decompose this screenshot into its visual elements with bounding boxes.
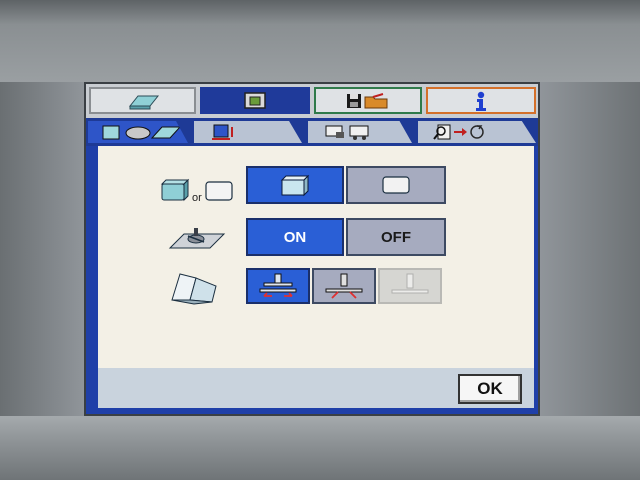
clamp-disabled-icon: [391, 273, 429, 294]
save-open-folder-icon: [347, 92, 388, 108]
position-adjust-icon: [212, 124, 233, 140]
subtab-booklet[interactable]: [88, 121, 188, 143]
subtab-search-refresh[interactable]: [418, 121, 536, 143]
footer-bar: OK: [98, 368, 534, 408]
or-label: or: [192, 192, 202, 204]
block-3d-icon: [280, 174, 310, 197]
clamp-close-icon: [325, 273, 363, 299]
device-bezel-right: [540, 82, 640, 416]
transport-icon: [325, 125, 369, 140]
sub-tab-bar: [86, 118, 538, 146]
subtab-position[interactable]: [194, 121, 302, 143]
device-bezel-bottom: [0, 416, 640, 480]
device-bezel-left: [0, 82, 84, 416]
tab-save-load[interactable]: [314, 87, 422, 114]
subtab-transport[interactable]: [308, 121, 412, 143]
info-icon: [476, 91, 486, 111]
tab-paper[interactable]: [89, 87, 196, 114]
book-open-icon: [166, 270, 222, 311]
top-tab-bar: [86, 84, 538, 118]
tab-info[interactable]: [426, 87, 536, 114]
on-button[interactable]: ON: [246, 218, 344, 256]
screen-icon: [244, 91, 266, 109]
paper-stack-icon: [128, 95, 159, 109]
option-clamp-close[interactable]: [312, 268, 376, 304]
touch-screen: or ON OFF OK: [84, 82, 540, 416]
tab-display[interactable]: [200, 87, 310, 114]
ok-button[interactable]: OK: [458, 374, 522, 404]
off-button[interactable]: OFF: [346, 218, 446, 256]
device-bezel-top: [0, 0, 640, 82]
clamp-open-icon: [259, 273, 297, 297]
option-block-3d[interactable]: [246, 166, 344, 204]
option-clamp-open[interactable]: [246, 268, 310, 304]
booklet-layout-icon: [102, 125, 182, 140]
search-refresh-icon: [433, 124, 484, 140]
settings-panel: or ON OFF: [98, 146, 534, 368]
block-flat-icon: [382, 176, 410, 194]
option-clamp-disabled: [378, 268, 442, 304]
option-block-flat[interactable]: [346, 166, 446, 204]
glue-unit-icon: [168, 224, 228, 257]
